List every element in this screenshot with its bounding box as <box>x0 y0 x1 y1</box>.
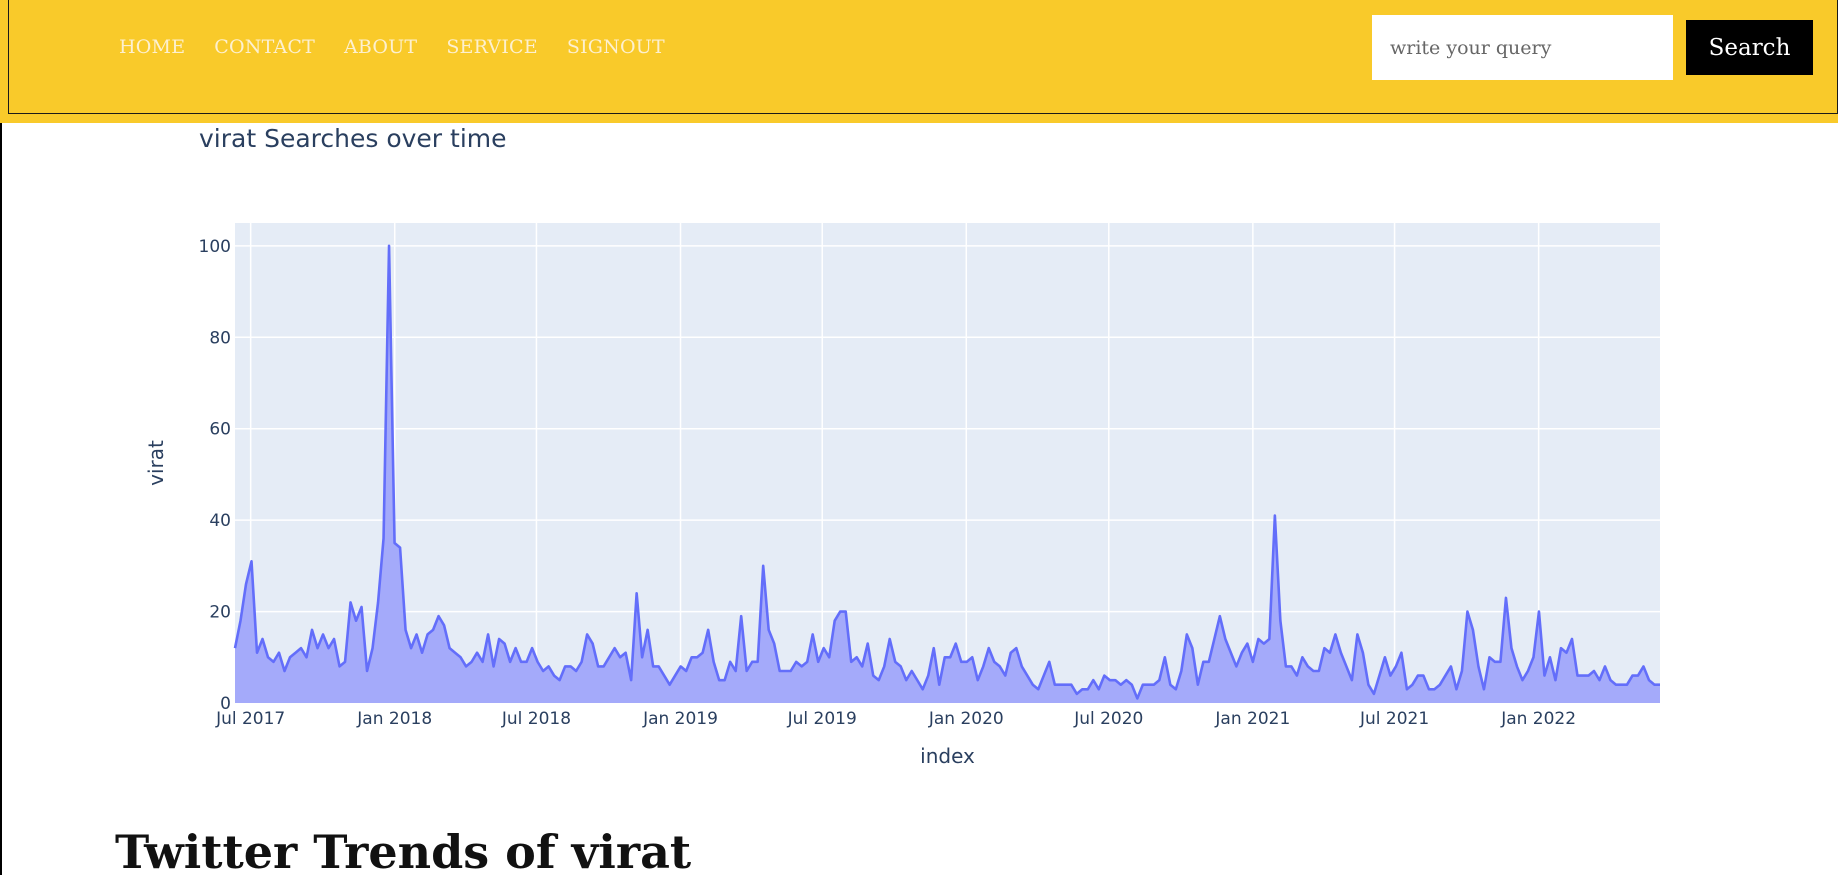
section-heading: Twitter Trends of virat <box>115 825 692 879</box>
y-tick-label: 60 <box>209 420 231 440</box>
x-tick-label: Jul 2021 <box>1359 709 1429 729</box>
x-tick-label: Jul 2017 <box>215 709 285 729</box>
x-tick-label: Jan 2020 <box>928 709 1004 729</box>
x-tick-label: Jan 2019 <box>642 709 718 729</box>
y-tick-label: 40 <box>209 511 231 531</box>
x-axis-title: index <box>920 744 975 768</box>
y-tick-label: 80 <box>209 328 231 348</box>
x-tick-label: Jan 2022 <box>1500 709 1576 729</box>
y-axis-title: virat <box>144 440 168 486</box>
searches-chart: 020406080100Jul 2017 Jan 2018 Jul 2018 Jan … <box>144 223 1660 768</box>
plot-area <box>235 223 1660 703</box>
x-tick-label: Jan 2021 <box>1214 709 1290 729</box>
x-tick-label: Jul 2019 <box>787 709 857 729</box>
x-tick-label: Jan 2018 <box>356 709 432 729</box>
x-tick-label: Jul 2018 <box>501 709 571 729</box>
x-tick-label: Jul 2020 <box>1073 709 1143 729</box>
y-tick-label: 20 <box>209 603 231 623</box>
y-tick-label: 100 <box>199 237 231 257</box>
